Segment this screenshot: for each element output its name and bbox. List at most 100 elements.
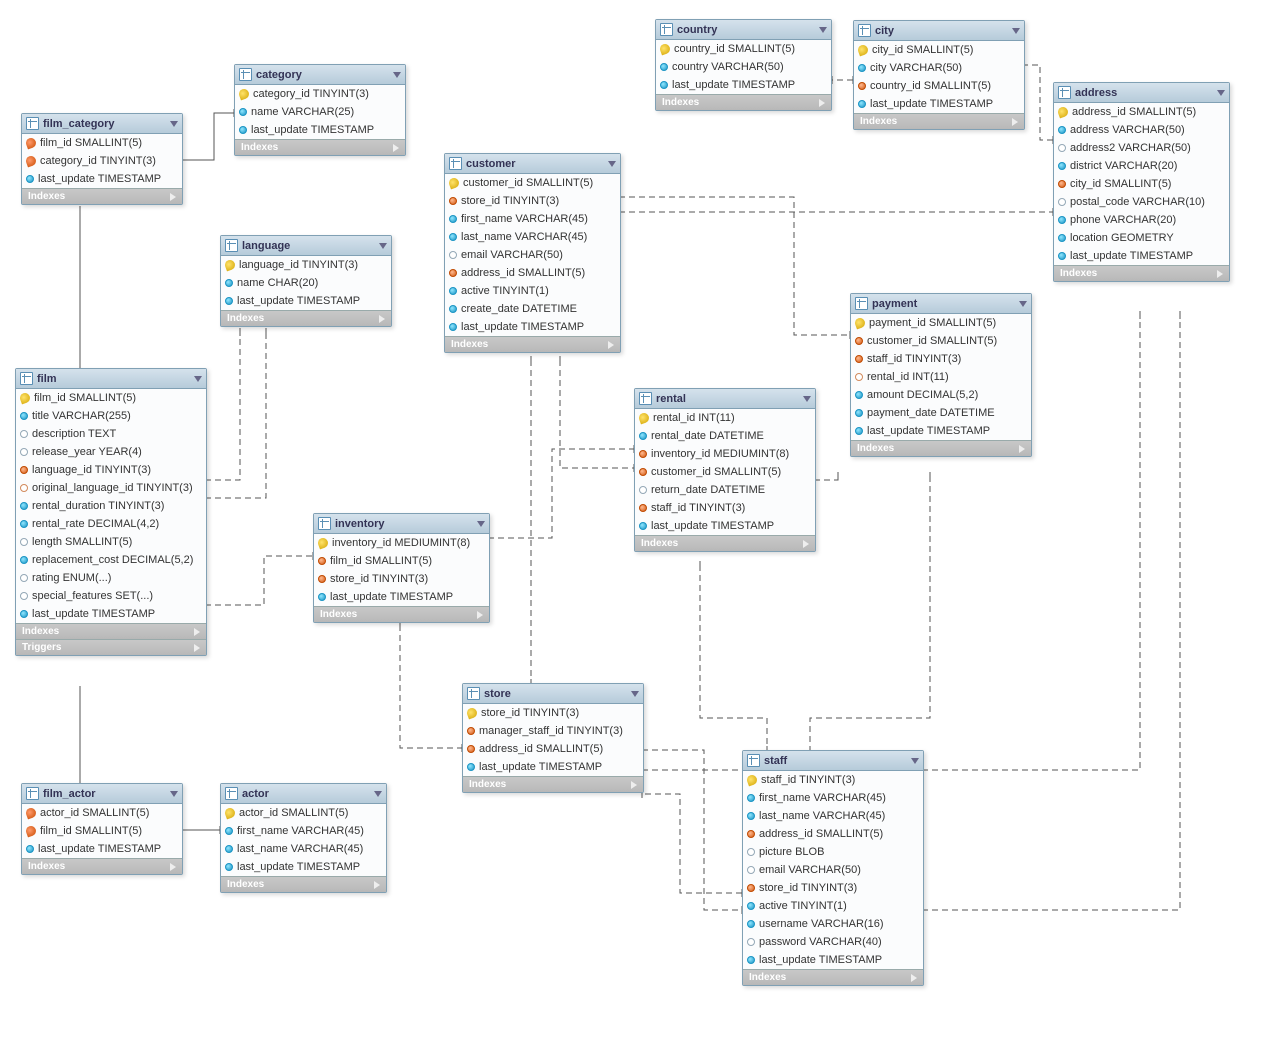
column-row[interactable]: customer_id SMALLINT(5)	[851, 332, 1031, 350]
column-row[interactable]: rating ENUM(...)	[16, 569, 206, 587]
column-row[interactable]: film_id SMALLINT(5)	[22, 134, 182, 152]
collapse-icon[interactable]	[393, 72, 401, 78]
section-indexes[interactable]: Indexes	[743, 969, 923, 985]
table-header[interactable]: actor	[221, 784, 386, 804]
column-row[interactable]: location GEOMETRY	[1054, 229, 1229, 247]
collapse-icon[interactable]	[819, 27, 827, 33]
column-row[interactable]: payment_date DATETIME	[851, 404, 1031, 422]
column-row[interactable]: inventory_id MEDIUMINT(8)	[635, 445, 815, 463]
column-row[interactable]: active TINYINT(1)	[445, 282, 620, 300]
column-row[interactable]: address2 VARCHAR(50)	[1054, 139, 1229, 157]
column-row[interactable]: rental_id INT(11)	[635, 409, 815, 427]
column-row[interactable]: rental_rate DECIMAL(4,2)	[16, 515, 206, 533]
table-film_actor[interactable]: film_actoractor_id SMALLINT(5)film_id SM…	[21, 783, 183, 875]
column-row[interactable]: last_update TIMESTAMP	[22, 840, 182, 858]
column-row[interactable]: category_id TINYINT(3)	[235, 85, 405, 103]
expand-icon[interactable]	[194, 628, 200, 636]
column-row[interactable]: address_id SMALLINT(5)	[463, 740, 643, 758]
column-row[interactable]: actor_id SMALLINT(5)	[221, 804, 386, 822]
column-row[interactable]: first_name VARCHAR(45)	[221, 822, 386, 840]
column-row[interactable]: payment_id SMALLINT(5)	[851, 314, 1031, 332]
table-header[interactable]: film_category	[22, 114, 182, 134]
column-row[interactable]: store_id TINYINT(3)	[314, 570, 489, 588]
column-row[interactable]: active TINYINT(1)	[743, 897, 923, 915]
expand-icon[interactable]	[477, 611, 483, 619]
column-row[interactable]: last_update TIMESTAMP	[463, 758, 643, 776]
collapse-icon[interactable]	[379, 243, 387, 249]
section-indexes[interactable]: Indexes	[445, 336, 620, 352]
table-actor[interactable]: actoractor_id SMALLINT(5)first_name VARC…	[220, 783, 387, 893]
column-row[interactable]: address_id SMALLINT(5)	[743, 825, 923, 843]
table-header[interactable]: customer	[445, 154, 620, 174]
table-language[interactable]: languagelanguage_id TINYINT(3)name CHAR(…	[220, 235, 392, 327]
expand-icon[interactable]	[393, 144, 399, 152]
table-country[interactable]: countrycountry_id SMALLINT(5)country VAR…	[655, 19, 832, 111]
collapse-icon[interactable]	[1019, 301, 1027, 307]
table-header[interactable]: film	[16, 369, 206, 389]
column-row[interactable]: store_id TINYINT(3)	[445, 192, 620, 210]
column-row[interactable]: password VARCHAR(40)	[743, 933, 923, 951]
table-city[interactable]: citycity_id SMALLINT(5)city VARCHAR(50)c…	[853, 20, 1025, 130]
column-row[interactable]: original_language_id TINYINT(3)	[16, 479, 206, 497]
column-row[interactable]: inventory_id MEDIUMINT(8)	[314, 534, 489, 552]
column-row[interactable]: film_id SMALLINT(5)	[16, 389, 206, 407]
column-row[interactable]: language_id TINYINT(3)	[16, 461, 206, 479]
expand-icon[interactable]	[631, 781, 637, 789]
section-indexes[interactable]: Indexes	[635, 535, 815, 551]
table-inventory[interactable]: inventoryinventory_id MEDIUMINT(8)film_i…	[313, 513, 490, 623]
section-indexes[interactable]: Indexes	[22, 858, 182, 874]
table-rental[interactable]: rentalrental_id INT(11)rental_date DATET…	[634, 388, 816, 552]
column-row[interactable]: rental_duration TINYINT(3)	[16, 497, 206, 515]
column-row[interactable]: username VARCHAR(16)	[743, 915, 923, 933]
column-row[interactable]: last_update TIMESTAMP	[314, 588, 489, 606]
collapse-icon[interactable]	[911, 758, 919, 764]
column-row[interactable]: staff_id TINYINT(3)	[851, 350, 1031, 368]
collapse-icon[interactable]	[170, 791, 178, 797]
column-row[interactable]: email VARCHAR(50)	[445, 246, 620, 264]
table-header[interactable]: inventory	[314, 514, 489, 534]
column-row[interactable]: last_update TIMESTAMP	[445, 318, 620, 336]
column-row[interactable]: address_id SMALLINT(5)	[445, 264, 620, 282]
column-row[interactable]: city VARCHAR(50)	[854, 59, 1024, 77]
column-row[interactable]: last_update TIMESTAMP	[235, 121, 405, 139]
section-indexes[interactable]: Indexes	[314, 606, 489, 622]
section-indexes[interactable]: Indexes	[16, 623, 206, 639]
column-row[interactable]: city_id SMALLINT(5)	[1054, 175, 1229, 193]
table-category[interactable]: categorycategory_id TINYINT(3)name VARCH…	[234, 64, 406, 156]
column-row[interactable]: film_id SMALLINT(5)	[314, 552, 489, 570]
section-indexes[interactable]: Indexes	[851, 440, 1031, 456]
section-indexes[interactable]: Indexes	[22, 188, 182, 204]
column-row[interactable]: store_id TINYINT(3)	[743, 879, 923, 897]
column-row[interactable]: picture BLOB	[743, 843, 923, 861]
table-header[interactable]: language	[221, 236, 391, 256]
column-row[interactable]: return_date DATETIME	[635, 481, 815, 499]
section-indexes[interactable]: Indexes	[463, 776, 643, 792]
column-row[interactable]: last_update TIMESTAMP	[22, 170, 182, 188]
column-row[interactable]: last_name VARCHAR(45)	[445, 228, 620, 246]
expand-icon[interactable]	[1217, 270, 1223, 278]
table-address[interactable]: addressaddress_id SMALLINT(5)address VAR…	[1053, 82, 1230, 282]
section-indexes[interactable]: Indexes	[854, 113, 1024, 129]
collapse-icon[interactable]	[170, 121, 178, 127]
collapse-icon[interactable]	[1012, 28, 1020, 34]
expand-icon[interactable]	[803, 540, 809, 548]
table-staff[interactable]: staffstaff_id TINYINT(3)first_name VARCH…	[742, 750, 924, 986]
collapse-icon[interactable]	[477, 521, 485, 527]
table-header[interactable]: staff	[743, 751, 923, 771]
collapse-icon[interactable]	[194, 376, 202, 382]
collapse-icon[interactable]	[374, 791, 382, 797]
table-header[interactable]: category	[235, 65, 405, 85]
column-row[interactable]: address_id SMALLINT(5)	[1054, 103, 1229, 121]
expand-icon[interactable]	[1019, 445, 1025, 453]
column-row[interactable]: create_date DATETIME	[445, 300, 620, 318]
expand-icon[interactable]	[911, 974, 917, 982]
column-row[interactable]: country_id SMALLINT(5)	[656, 40, 831, 58]
table-header[interactable]: city	[854, 21, 1024, 41]
column-row[interactable]: rental_date DATETIME	[635, 427, 815, 445]
column-row[interactable]: manager_staff_id TINYINT(3)	[463, 722, 643, 740]
collapse-icon[interactable]	[1217, 90, 1225, 96]
table-header[interactable]: film_actor	[22, 784, 182, 804]
table-film[interactable]: filmfilm_id SMALLINT(5)title VARCHAR(255…	[15, 368, 207, 656]
expand-icon[interactable]	[374, 881, 380, 889]
collapse-icon[interactable]	[631, 691, 639, 697]
